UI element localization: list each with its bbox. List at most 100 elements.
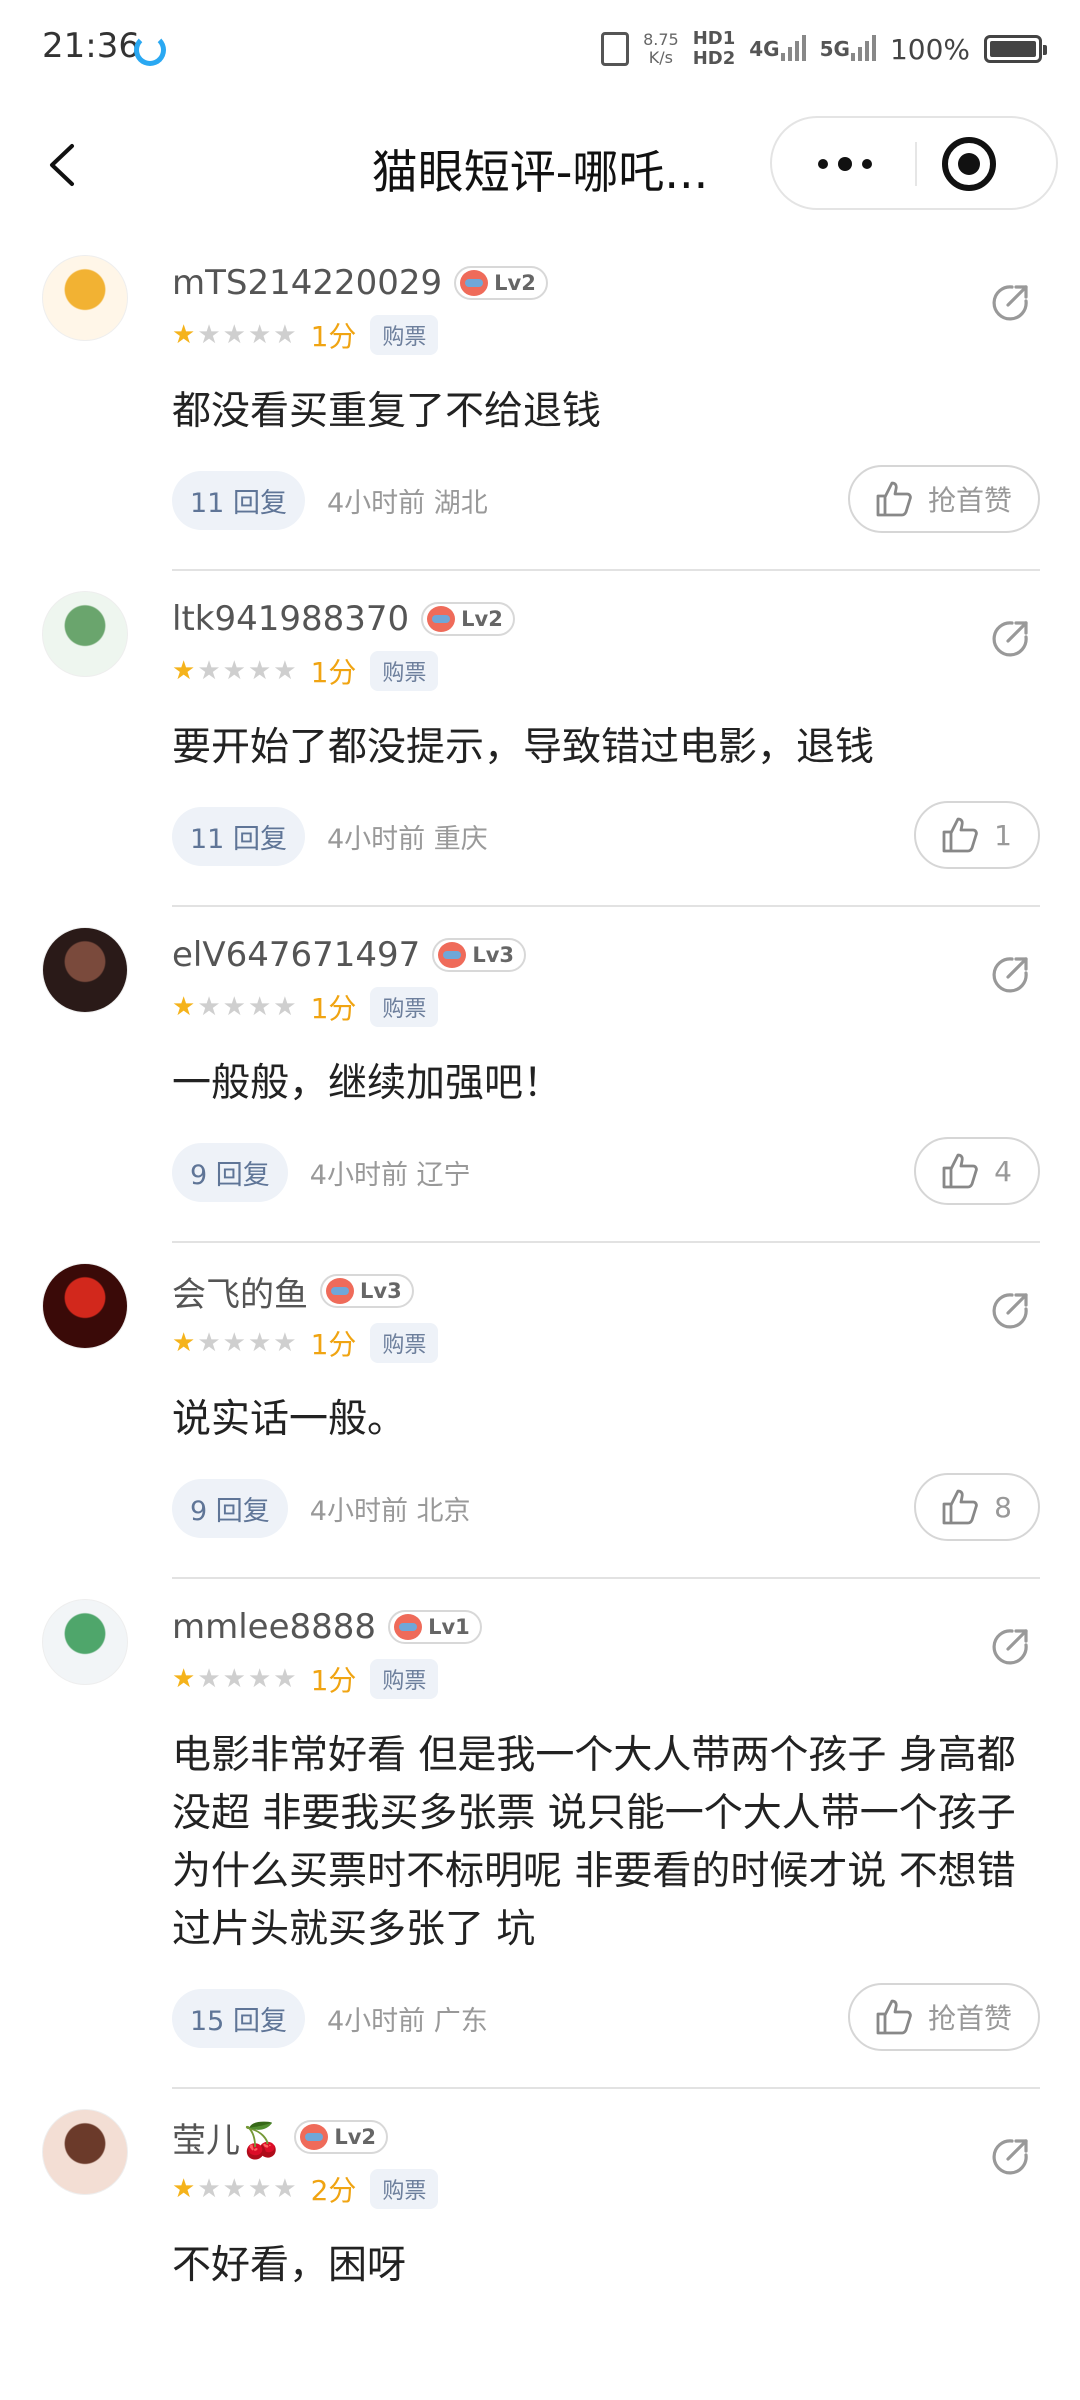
star-icon: ★ <box>172 656 196 686</box>
level-face-icon <box>326 1278 354 1304</box>
star-icon: ★ <box>172 992 196 1022</box>
comment-item: mTS214220029 Lv2 ★ ★ ★ ★ ★ 1分 购票 都没看买重复了不给退钱 11 回复… <box>0 235 1080 571</box>
star-icon: ★ <box>273 1664 297 1694</box>
star-icon: ★ <box>247 320 272 350</box>
score: 1分 <box>310 320 357 353</box>
like-button[interactable]: 8 <box>914 1473 1040 1541</box>
close-mini-program-icon[interactable] <box>942 137 996 191</box>
avatar[interactable] <box>42 591 128 677</box>
vibrate-icon <box>601 32 630 66</box>
back-arrow-icon[interactable] <box>40 140 90 190</box>
reply-count-button[interactable]: 11 回复 <box>172 806 305 866</box>
comment-text: 不好看，困呀 <box>172 2243 407 2288</box>
level-badge: Lv1 <box>388 1610 482 1644</box>
avatar[interactable] <box>42 1599 128 1685</box>
like-button[interactable]: 1 <box>914 801 1040 869</box>
reply-count-button[interactable]: 9 回复 <box>172 1478 288 1538</box>
star-icon: ★ <box>247 1664 272 1694</box>
star-icon: ★ <box>172 320 196 350</box>
battery-icon <box>984 35 1047 63</box>
thumbs-up-icon <box>876 1999 912 2035</box>
time-location: 4小时前 湖北 <box>326 487 488 519</box>
signal-4g: 4G <box>749 35 806 61</box>
share-icon[interactable] <box>988 617 1032 661</box>
star-icon: ★ <box>172 2174 196 2204</box>
star-icon: ★ <box>172 1664 196 1694</box>
reply-count-button[interactable]: 9 回复 <box>172 1142 288 1202</box>
share-icon[interactable] <box>988 1289 1032 1333</box>
hd1-label: HD1 <box>692 28 736 49</box>
star-icon: ★ <box>273 656 297 686</box>
like-count: 1 <box>994 818 1012 852</box>
avatar[interactable] <box>42 927 128 1013</box>
star-icon: ★ <box>222 1664 246 1694</box>
star-rating: ★ ★ ★ ★ ★ <box>172 658 297 684</box>
star-icon: ★ <box>222 656 246 686</box>
like-button[interactable]: 抢首赞 <box>847 465 1040 533</box>
comment-item: elV647671497 Lv3 ★ ★ ★ ★ ★ 1分 购票 一般般，继续加强吧！ 9 回复 4小… <box>0 907 1080 1243</box>
comment-item: 会飞的鱼 Lv3 ★ ★ ★ ★ ★ 1分 购票 说实话一般。 9 回复 4小时前 北京 8 <box>0 1243 1080 1579</box>
network-speed: 8.75 K/s <box>643 31 679 67</box>
share-icon[interactable] <box>988 953 1032 997</box>
status-bar: 21:36 8.75 K/s HD1 HD2 4G 5G 100% <box>0 0 1080 100</box>
loading-icon <box>134 34 166 66</box>
like-label: 抢首赞 <box>927 2002 1012 2035</box>
level-face-icon <box>394 1614 423 1640</box>
share-icon[interactable] <box>988 1625 1032 1669</box>
star-icon: ★ <box>247 992 272 1022</box>
avatar[interactable] <box>42 255 128 341</box>
star-rating: ★ ★ ★ ★ ★ <box>172 2176 297 2202</box>
user-name[interactable]: mmlee8888 <box>172 1607 376 1647</box>
ticket-tag: 购票 <box>370 1323 439 1363</box>
avatar[interactable] <box>42 1263 128 1349</box>
star-icon: ★ <box>197 992 221 1022</box>
speed-value: 8.75 <box>643 30 679 49</box>
star-icon: ★ <box>172 1328 196 1358</box>
comment-text: 说实话一般。 <box>172 1397 407 1442</box>
star-icon: ★ <box>222 2174 246 2204</box>
user-name[interactable]: elV647671497 <box>172 935 420 975</box>
comment-text: 要开始了都没提示，导致错过电影，退钱 <box>172 725 875 770</box>
level-face-icon <box>427 606 456 632</box>
star-icon: ★ <box>222 1328 246 1358</box>
star-icon: ★ <box>197 2174 221 2204</box>
reply-count-button[interactable]: 11 回复 <box>172 470 305 530</box>
level-badge: Lv2 <box>454 266 548 300</box>
time-location: 4小时前 重庆 <box>326 823 488 855</box>
ticket-tag: 购票 <box>370 987 439 1027</box>
reply-count-button[interactable]: 15 回复 <box>172 1988 305 2048</box>
like-button[interactable]: 抢首赞 <box>847 1983 1040 2051</box>
star-icon: ★ <box>222 320 246 350</box>
score: 2分 <box>310 2174 357 2207</box>
comment-item: ltk941988370 Lv2 ★ ★ ★ ★ ★ 1分 购票 要开始了都没提示，导致错过电影，… <box>0 571 1080 907</box>
user-name[interactable]: 莹儿🍒 <box>172 2113 282 2162</box>
star-icon: ★ <box>247 1328 272 1358</box>
star-rating: ★ ★ ★ ★ ★ <box>172 994 297 1020</box>
star-icon: ★ <box>273 992 297 1022</box>
time-location: 4小时前 广东 <box>326 2005 488 2037</box>
star-icon: ★ <box>222 992 246 1022</box>
page-title: 猫眼短评-哪吒... <box>371 145 709 199</box>
more-menu-icon[interactable] <box>772 118 914 208</box>
level-face-icon <box>300 2124 329 2150</box>
score: 1分 <box>310 1664 357 1697</box>
star-icon: ★ <box>247 2174 272 2204</box>
star-icon: ★ <box>197 1664 221 1694</box>
star-icon: ★ <box>197 320 221 350</box>
share-icon[interactable] <box>988 281 1032 325</box>
capsule-divider <box>915 142 917 186</box>
comment-list: mTS214220029 Lv2 ★ ★ ★ ★ ★ 1分 购票 都没看买重复了不给退钱 11 回复… <box>0 235 1080 2295</box>
avatar[interactable] <box>42 2109 128 2195</box>
thumbs-up-icon <box>942 817 978 853</box>
signal-bars-icon <box>850 31 876 61</box>
like-count: 4 <box>994 1154 1012 1188</box>
score: 1分 <box>310 992 357 1025</box>
share-icon[interactable] <box>988 2135 1032 2179</box>
like-button[interactable]: 4 <box>914 1137 1040 1205</box>
user-name[interactable]: ltk941988370 <box>172 599 409 639</box>
user-name[interactable]: 会飞的鱼 <box>172 1267 308 1316</box>
star-icon: ★ <box>273 1328 297 1358</box>
comment-text: 都没看买重复了不给退钱 <box>172 389 602 434</box>
user-name[interactable]: mTS214220029 <box>172 263 442 303</box>
like-count: 8 <box>994 1490 1012 1524</box>
